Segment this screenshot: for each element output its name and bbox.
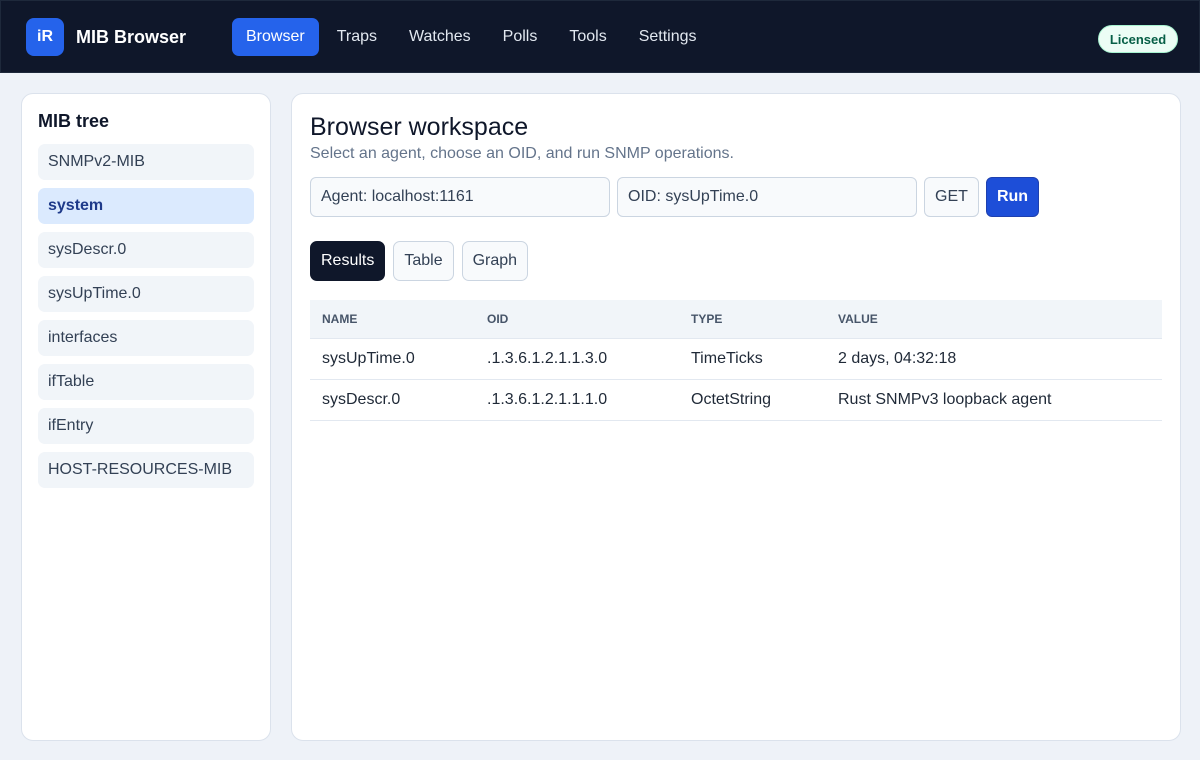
- app-logo: iR: [26, 18, 64, 56]
- operation-select[interactable]: GET: [924, 177, 979, 217]
- nav-tools[interactable]: Tools: [555, 18, 620, 56]
- tree-item-interfaces[interactable]: interfaces: [38, 320, 254, 356]
- tab-results[interactable]: Results: [310, 241, 386, 281]
- tree-item-ifentry[interactable]: ifEntry: [38, 408, 254, 444]
- sidebar-title: MIB tree: [38, 111, 110, 131]
- tab-table[interactable]: Table: [393, 241, 454, 281]
- cell-type: TimeTicks: [679, 338, 826, 380]
- tree-item-system[interactable]: system: [38, 188, 254, 224]
- nav-polls[interactable]: Polls: [489, 18, 552, 56]
- nav-watches[interactable]: Watches: [395, 18, 485, 56]
- cell-value: 2 days, 04:32:18: [826, 338, 1162, 380]
- oid-field[interactable]: OID: sysUpTime.0: [617, 177, 917, 217]
- tree-item-sysuptime[interactable]: sysUpTime.0: [38, 276, 254, 312]
- page-title: Browser workspace: [310, 113, 529, 141]
- result-tabs: Results Table Graph: [310, 241, 536, 281]
- table-row[interactable]: sysDescr.0 .1.3.6.1.2.1.1.1.0 OctetStrin…: [310, 379, 1162, 421]
- column-header-name: NAME: [310, 300, 475, 339]
- run-button[interactable]: Run: [986, 177, 1039, 217]
- top-bar: iR MIB Browser Browser Traps Watches Pol…: [0, 0, 1200, 73]
- main-nav: Browser Traps Watches Polls Tools Settin…: [232, 18, 715, 56]
- license-badge: Licensed: [1098, 25, 1178, 53]
- cell-oid: .1.3.6.1.2.1.1.3.0: [475, 338, 679, 380]
- tab-graph[interactable]: Graph: [461, 241, 529, 281]
- results-table: NAME OID TYPE VALUE sysUpTime.0 .1.3.6.1…: [310, 300, 1162, 421]
- column-header-type: TYPE: [679, 300, 826, 339]
- mib-tree-panel: MIB tree SNMPv2-MIB system sysDescr.0 sy…: [21, 93, 271, 741]
- nav-browser[interactable]: Browser: [232, 18, 319, 56]
- tree-item-host-resources-mib[interactable]: HOST-RESOURCES-MIB: [38, 452, 254, 488]
- tree-item-iftable[interactable]: ifTable: [38, 364, 254, 400]
- mib-tree-list: SNMPv2-MIB system sysDescr.0 sysUpTime.0…: [38, 144, 254, 496]
- cell-name: sysUpTime.0: [310, 338, 475, 380]
- cell-oid: .1.3.6.1.2.1.1.1.0: [475, 379, 679, 421]
- column-header-value: VALUE: [826, 300, 1162, 339]
- cell-type: OctetString: [679, 379, 826, 421]
- cell-value: Rust SNMPv3 loopback agent: [826, 379, 1162, 421]
- table-header-row: NAME OID TYPE VALUE: [310, 300, 1162, 339]
- tree-item-sysdescr[interactable]: sysDescr.0: [38, 232, 254, 268]
- nav-settings[interactable]: Settings: [625, 18, 711, 56]
- cell-name: sysDescr.0: [310, 379, 475, 421]
- app-title: MIB Browser: [76, 27, 187, 47]
- table-row[interactable]: sysUpTime.0 .1.3.6.1.2.1.1.3.0 TimeTicks…: [310, 338, 1162, 380]
- tree-item-snmpv2-mib[interactable]: SNMPv2-MIB: [38, 144, 254, 180]
- column-header-oid: OID: [475, 300, 679, 339]
- agent-field[interactable]: Agent: localhost:1161: [310, 177, 610, 217]
- browser-workspace: Browser workspace Select an agent, choos…: [291, 93, 1181, 741]
- nav-traps[interactable]: Traps: [323, 18, 391, 56]
- page-subtitle: Select an agent, choose an OID, and run …: [310, 145, 734, 162]
